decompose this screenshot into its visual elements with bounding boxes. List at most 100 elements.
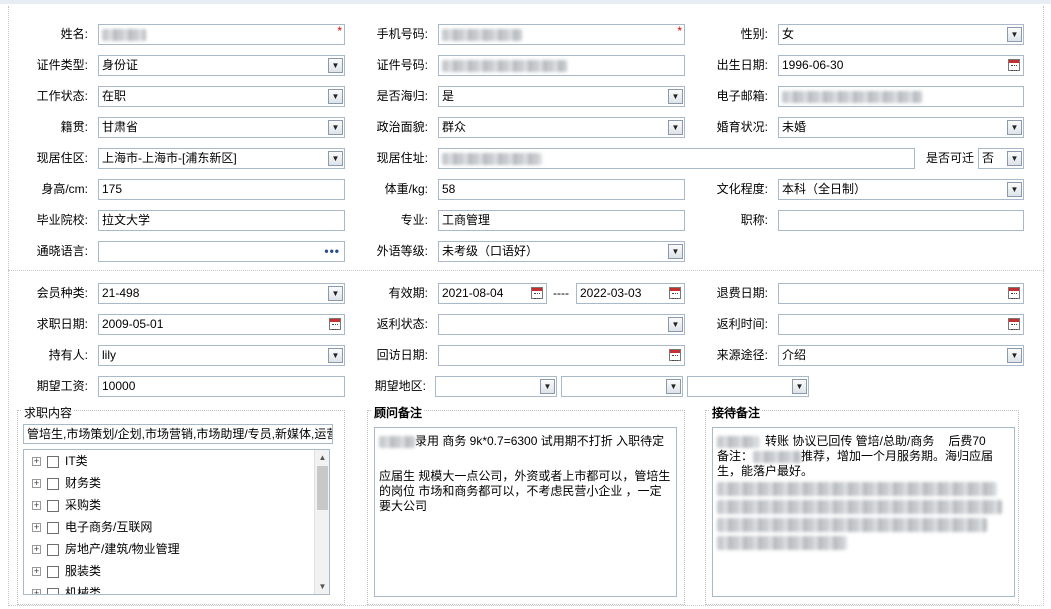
checkbox[interactable] <box>47 477 59 490</box>
current-address-field[interactable] <box>438 148 915 169</box>
tree-item-label: 服装类 <box>65 564 102 578</box>
region-city-select[interactable]: ▼ <box>561 376 683 397</box>
checkbox[interactable] <box>47 521 59 534</box>
mobile-field[interactable]: * <box>438 24 685 45</box>
calendar-icon[interactable] <box>329 318 341 330</box>
tree-item[interactable]: + 财务类 <box>24 472 329 494</box>
height-field[interactable]: 175 <box>98 179 345 200</box>
refund-date-field[interactable] <box>778 283 1024 304</box>
chevron-down-icon[interactable]: ▼ <box>1007 120 1022 135</box>
birthdate-field[interactable]: 1996-06-30 <box>778 55 1024 76</box>
tree-item[interactable]: + IT类 <box>24 450 329 472</box>
scrollbar[interactable]: ▲ ▼ <box>314 450 329 594</box>
rebate-status-select[interactable]: ▼ <box>438 314 685 335</box>
job-content-summary-text: 管培生,市场策划/企划,市场营销,市场助理/专员,新媒体,运营 <box>27 427 333 441</box>
validity-start-field[interactable]: 2021-08-04 <box>438 283 547 304</box>
title-field[interactable] <box>778 210 1024 231</box>
name-field[interactable]: * <box>98 24 345 45</box>
expand-icon[interactable]: + <box>32 589 41 594</box>
chevron-down-icon[interactable]: ▼ <box>668 317 683 332</box>
tree-item[interactable]: + 机械类 <box>24 582 329 594</box>
member-type-value: 21-498 <box>102 286 140 300</box>
chevron-down-icon[interactable]: ▼ <box>1007 151 1022 166</box>
id-number-field[interactable] <box>438 55 685 76</box>
reception-notes-textarea[interactable]: 转账 协议已回传 管培/总助/商务 后费70 备注： 推荐，增加一个月服务期。海归应… <box>712 427 1015 597</box>
id-type-value: 身份证 <box>102 58 139 72</box>
checkbox[interactable] <box>47 455 59 468</box>
weight-value: 58 <box>442 182 456 196</box>
chevron-down-icon[interactable]: ▼ <box>1007 348 1022 363</box>
expand-icon[interactable]: + <box>32 501 41 511</box>
calendar-icon[interactable] <box>669 349 681 361</box>
chevron-down-icon[interactable]: ▼ <box>792 379 807 394</box>
chevron-down-icon[interactable]: ▼ <box>328 89 343 104</box>
scroll-down-icon[interactable]: ▼ <box>315 579 329 594</box>
calendar-icon[interactable] <box>1008 59 1020 71</box>
chevron-down-icon[interactable]: ▼ <box>1007 182 1022 197</box>
more-options-icon[interactable]: ••• <box>324 242 340 261</box>
weight-field[interactable]: 58 <box>438 179 685 200</box>
expand-icon[interactable]: + <box>32 545 41 555</box>
validity-end-field[interactable]: 2022-03-03 <box>576 283 685 304</box>
chevron-down-icon[interactable]: ▼ <box>328 151 343 166</box>
chevron-down-icon[interactable]: ▼ <box>328 58 343 73</box>
calendar-icon[interactable] <box>531 287 543 299</box>
school-field[interactable]: 拉文大学 <box>98 210 345 231</box>
chevron-down-icon[interactable]: ▼ <box>668 244 683 259</box>
job-category-tree[interactable]: + IT类 + 财务类 + 采购类 + 电子商务/互联网 + 房地产/建筑/物业管理 + 服… <box>23 449 330 595</box>
source-select[interactable]: 介绍 ▼ <box>778 345 1024 366</box>
holder-select[interactable]: lily ▼ <box>98 345 345 366</box>
chevron-down-icon[interactable]: ▼ <box>328 286 343 301</box>
expand-icon[interactable]: + <box>32 479 41 489</box>
current-area-select[interactable]: 上海市-上海市-[浦东新区] ▼ <box>98 148 345 169</box>
chevron-down-icon[interactable]: ▼ <box>668 120 683 135</box>
chevron-down-icon[interactable]: ▼ <box>668 89 683 104</box>
chevron-down-icon[interactable]: ▼ <box>328 348 343 363</box>
tree-item[interactable]: + 电子商务/互联网 <box>24 516 329 538</box>
calendar-icon[interactable] <box>1008 287 1020 299</box>
salary-field[interactable]: 10000 <box>98 376 345 397</box>
scroll-up-icon[interactable]: ▲ <box>315 450 329 465</box>
chevron-down-icon[interactable]: ▼ <box>1007 27 1022 42</box>
member-type-select[interactable]: 21-498 ▼ <box>98 283 345 304</box>
chevron-down-icon[interactable]: ▼ <box>666 379 681 394</box>
job-content-summary[interactable]: 管培生,市场策划/企划,市场营销,市场助理/专员,新媒体,运营 <box>23 424 333 444</box>
work-status-select[interactable]: 在职 ▼ <box>98 86 345 107</box>
major-field[interactable]: 工商管理 <box>438 210 685 231</box>
education-select[interactable]: 本科（全日制） ▼ <box>778 179 1024 200</box>
scrollbar-thumb[interactable] <box>317 466 328 510</box>
returnee-select[interactable]: 是 ▼ <box>438 86 685 107</box>
advisor-notes-textarea[interactable]: 录用 商务 9k*0.7=6300 试用期不打折 入职待定 应届生 规模大一点公… <box>374 427 677 597</box>
revisit-date-field[interactable] <box>438 345 685 366</box>
region-district-select[interactable]: ▼ <box>687 376 809 397</box>
calendar-icon[interactable] <box>669 287 681 299</box>
political-select[interactable]: 群众 ▼ <box>438 117 685 138</box>
checkbox[interactable] <box>47 499 59 512</box>
tree-item[interactable]: + 采购类 <box>24 494 329 516</box>
marital-select[interactable]: 未婚 ▼ <box>778 117 1024 138</box>
relocate-select[interactable]: 否 ▼ <box>978 148 1024 169</box>
checkbox[interactable] <box>47 565 59 578</box>
job-date-label: 求职日期: <box>36 317 88 331</box>
tree-item[interactable]: + 房地产/建筑/物业管理 <box>24 538 329 560</box>
rebate-time-field[interactable] <box>778 314 1024 335</box>
region-province-select[interactable]: ▼ <box>435 376 557 397</box>
email-field[interactable] <box>778 86 1024 107</box>
expand-icon[interactable]: + <box>32 567 41 577</box>
job-date-field[interactable]: 2009-05-01 <box>98 314 345 335</box>
checkbox[interactable] <box>47 543 59 556</box>
languages-field[interactable]: ••• <box>98 241 345 262</box>
native-select[interactable]: 甘肃省 ▼ <box>98 117 345 138</box>
chevron-down-icon[interactable]: ▼ <box>328 120 343 135</box>
checkbox[interactable] <box>47 587 59 594</box>
gender-select[interactable]: 女 ▼ <box>778 24 1024 45</box>
chevron-down-icon[interactable]: ▼ <box>540 379 555 394</box>
expand-icon[interactable]: + <box>32 457 41 467</box>
expand-icon[interactable]: + <box>32 523 41 533</box>
calendar-icon[interactable] <box>1008 318 1020 330</box>
redacted-text <box>717 481 997 496</box>
work-status-label: 工作状态: <box>36 89 88 103</box>
lang-level-select[interactable]: 未考级（口语好） ▼ <box>438 241 685 262</box>
tree-item[interactable]: + 服装类 <box>24 560 329 582</box>
id-type-select[interactable]: 身份证 ▼ <box>98 55 345 76</box>
